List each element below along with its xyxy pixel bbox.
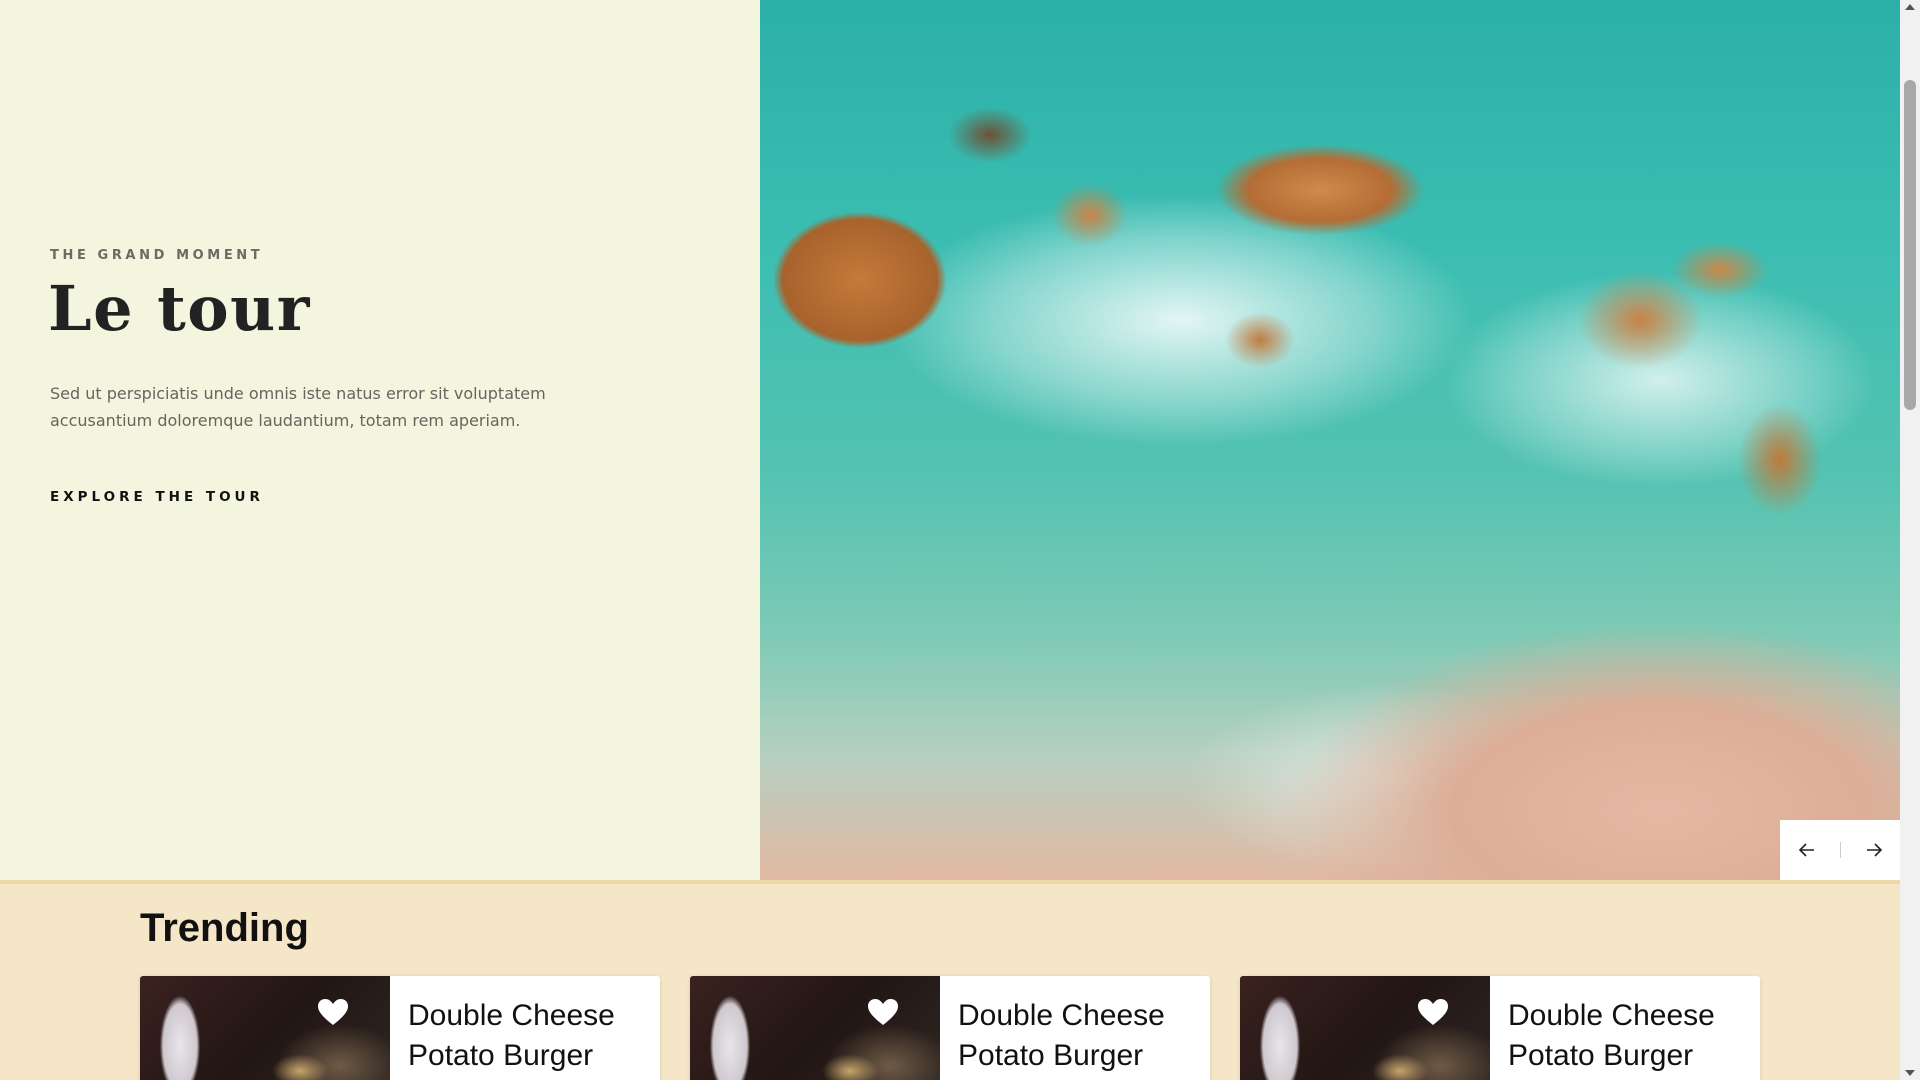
arrow-left-icon (1798, 843, 1814, 857)
page-scrollbar[interactable] (1900, 0, 1920, 1080)
card-title-line1: Double Cheese (408, 999, 615, 1032)
card-body: Double Cheese Potato Burger (1490, 976, 1760, 1080)
slider-divider (1839, 842, 1841, 858)
card-title-line1: Double Cheese (1508, 999, 1715, 1032)
card-body: Double Cheese Potato Burger (390, 976, 660, 1080)
trending-title: Trending (140, 906, 309, 950)
arrow-right-icon (1866, 843, 1882, 857)
trending-card[interactable]: Double Cheese Potato Burger (140, 976, 660, 1080)
next-slide-button[interactable] (1854, 830, 1894, 870)
card-title-line2: Potato Burger (408, 1039, 594, 1072)
card-title-line2: Potato Burger (958, 1039, 1144, 1072)
slider-nav (1780, 820, 1900, 880)
prev-slide-button[interactable] (1787, 830, 1827, 870)
trending-section: Trending Double Cheese Potato Burger Dou… (0, 880, 1900, 1080)
trending-cards: Double Cheese Potato Burger Double Chees… (140, 976, 1760, 1080)
hero-description: Sed ut perspiciatis unde omnis iste natu… (50, 384, 546, 430)
card-title-line2: Potato Burger (1508, 1039, 1694, 1072)
trending-card[interactable]: Double Cheese Potato Burger (1240, 976, 1760, 1080)
hero-eyebrow: THE GRAND MOMENT (50, 248, 264, 263)
card-body: Double Cheese Potato Burger (940, 976, 1210, 1080)
hero-image (760, 0, 1900, 880)
burger-image (690, 976, 940, 1080)
scroll-up-arrow-icon[interactable] (1905, 4, 1915, 10)
heart-icon[interactable] (1417, 998, 1449, 1026)
hero-section: THE GRAND MOMENT Le tour Sed ut perspici… (0, 0, 1900, 880)
heart-icon[interactable] (317, 998, 349, 1026)
explore-tour-link[interactable]: EXPLORE THE TOUR (50, 489, 264, 505)
heart-icon[interactable] (867, 998, 899, 1026)
burger-image (1240, 976, 1490, 1080)
hero-title: Le tour (48, 272, 311, 345)
card-title-line1: Double Cheese (958, 999, 1165, 1032)
trending-card[interactable]: Double Cheese Potato Burger (690, 976, 1210, 1080)
scroll-down-arrow-icon[interactable] (1905, 1070, 1915, 1076)
burger-image (140, 976, 390, 1080)
scrollbar-thumb[interactable] (1904, 80, 1916, 410)
hero-text-panel: THE GRAND MOMENT Le tour Sed ut perspici… (0, 0, 760, 880)
